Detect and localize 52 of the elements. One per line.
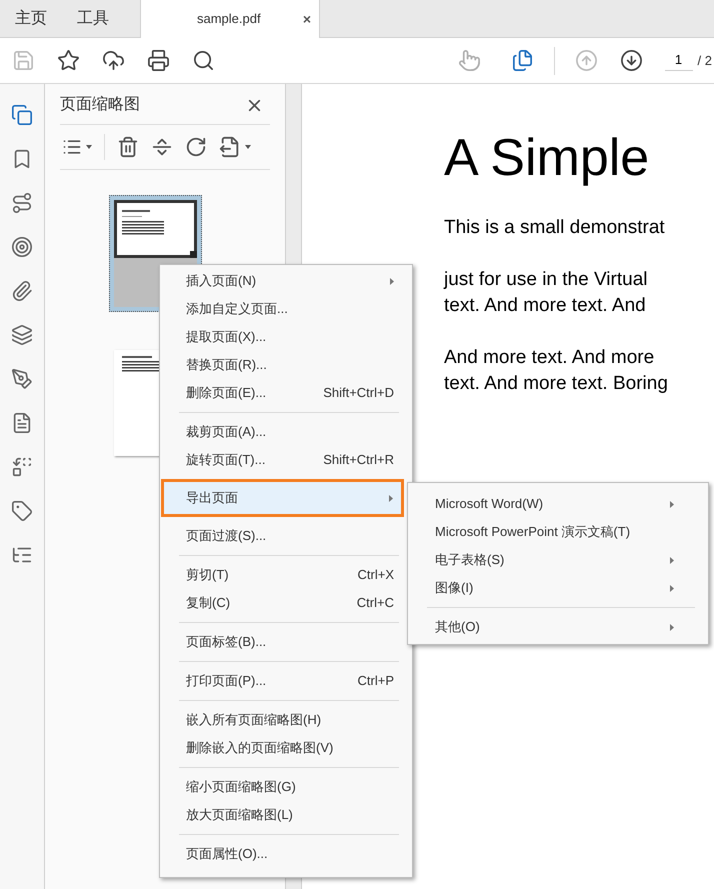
close-tab-button[interactable]: ×	[302, 8, 311, 30]
page-view-button[interactable]	[510, 49, 534, 72]
menu-item[interactable]: 提取页面(X)...	[160, 323, 412, 351]
delete-button[interactable]	[117, 136, 139, 158]
menu-item[interactable]: 插入页面(N)	[160, 267, 412, 295]
paperclip-button[interactable]	[11, 280, 33, 302]
menu-item[interactable]: 打印页面(P)... Ctrl+P	[160, 667, 412, 695]
document-text-line: text. And more text. Boring	[444, 372, 669, 396]
menu-item[interactable]: 嵌入所有页面缩略图(H)	[160, 706, 412, 734]
menu-item[interactable]: 导出页面	[161, 479, 404, 517]
menu-item[interactable]: 页面属性(O)...	[160, 840, 412, 868]
menu-item[interactable]: 添加自定义页面...	[160, 295, 412, 323]
split-button[interactable]	[151, 136, 173, 158]
document-text-line: And more text. And more	[444, 346, 656, 370]
pen-button[interactable]	[11, 368, 33, 390]
compare-button[interactable]	[11, 456, 33, 478]
menu-item[interactable]: 放大页面缩略图(L)	[160, 801, 412, 829]
document-text-line: just for use in the Virtual	[444, 268, 648, 292]
printer-button[interactable]	[147, 49, 170, 72]
caret-icon	[86, 145, 92, 149]
layers-button[interactable]	[11, 324, 33, 346]
menu-item[interactable]: Microsoft Word(W)	[408, 490, 708, 518]
menu-item[interactable]: 图像(I)	[408, 574, 708, 602]
menu-item[interactable]: 缩小页面缩略图(G)	[160, 773, 412, 801]
nav-tab[interactable]: 主页	[0, 0, 62, 37]
menu-item[interactable]: 删除页面(E)... Shift+Ctrl+D	[160, 379, 412, 407]
menu-item[interactable]: 电子表格(S)	[408, 546, 708, 574]
star-button[interactable]	[57, 49, 80, 72]
next-page-button[interactable]	[620, 49, 643, 72]
pages-button[interactable]	[11, 104, 33, 126]
page-total: / 2	[698, 52, 712, 70]
caret-icon	[245, 145, 251, 149]
rotate-button[interactable]	[185, 136, 207, 158]
panel-title: 页面缩略图	[60, 94, 140, 115]
export-button[interactable]	[219, 136, 251, 158]
document-text-line: This is a small demonstrat	[444, 216, 666, 240]
menu-item[interactable]: 删除嵌入的页面缩略图(V)	[160, 734, 412, 762]
search-button[interactable]	[192, 49, 215, 72]
menu-item[interactable]: 旋转页面(T)... Shift+Ctrl+R	[160, 446, 412, 474]
target-button[interactable]	[11, 236, 33, 258]
document-title: A Simple	[444, 128, 650, 189]
menu-item[interactable]: 替换页面(R)...	[160, 351, 412, 379]
document-button[interactable]	[11, 412, 33, 434]
nav-tab[interactable]: 工具	[62, 0, 124, 37]
page-number-field[interactable]: 1	[664, 50, 693, 71]
document-tab[interactable]: sample.pdf ×	[140, 0, 320, 38]
document-text-line: text. And more text. And	[444, 294, 647, 318]
tag-button[interactable]	[11, 500, 33, 522]
menu-item[interactable]: 裁剪页面(A)...	[160, 418, 412, 446]
menu-item[interactable]: Microsoft PowerPoint 演示文稿(T)	[408, 518, 708, 546]
menu-item[interactable]: 其他(O)	[408, 613, 708, 641]
cloud-upload-button[interactable]	[102, 49, 125, 72]
